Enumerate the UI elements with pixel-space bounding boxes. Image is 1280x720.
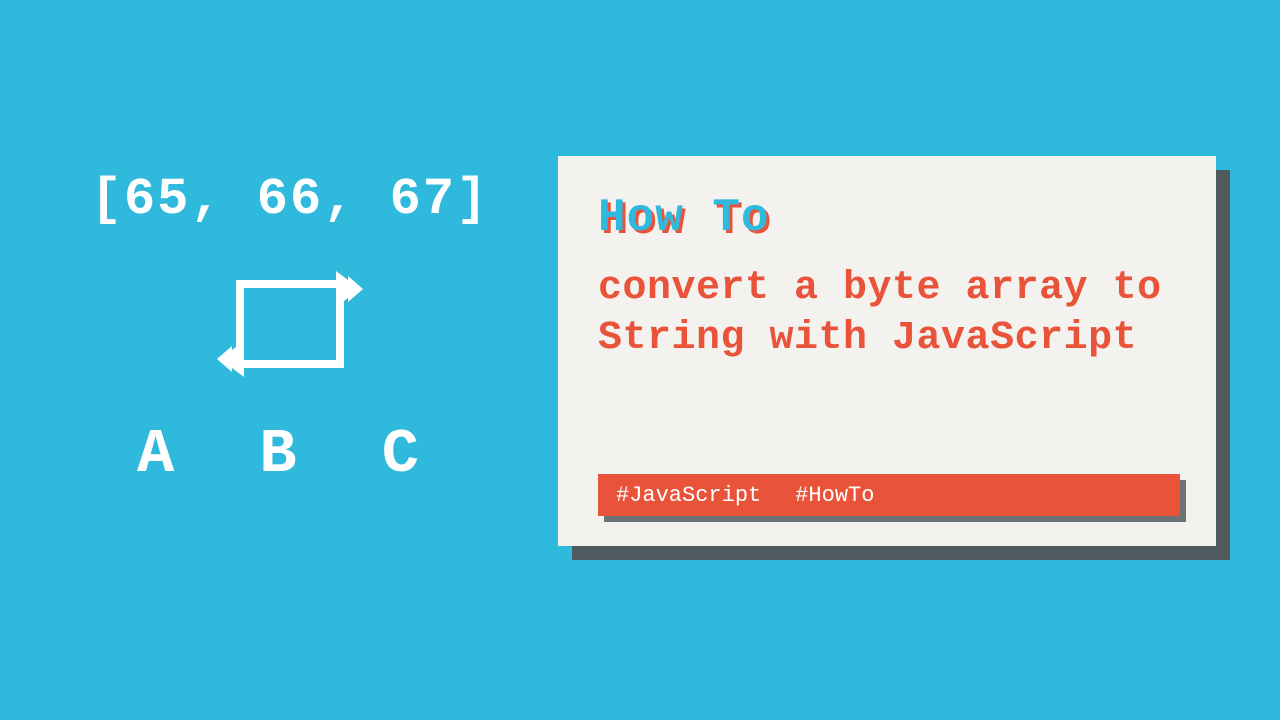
byte-array-text: [65, 66, 67] [70, 170, 510, 229]
article-title: convert a byte array to String with Java… [598, 264, 1176, 364]
tag-javascript: #JavaScript [616, 483, 761, 508]
content-card: How To convert a byte array to String wi… [558, 156, 1216, 546]
convert-cycle-icon [215, 269, 365, 379]
kicker-heading: How To [598, 192, 1176, 244]
result-string-text: A B C [70, 419, 510, 490]
illustration-panel: [65, 66, 67] A B C [70, 170, 510, 490]
tag-howto: #HowTo [795, 483, 874, 508]
tag-bar: #JavaScript #HowTo [598, 474, 1180, 516]
